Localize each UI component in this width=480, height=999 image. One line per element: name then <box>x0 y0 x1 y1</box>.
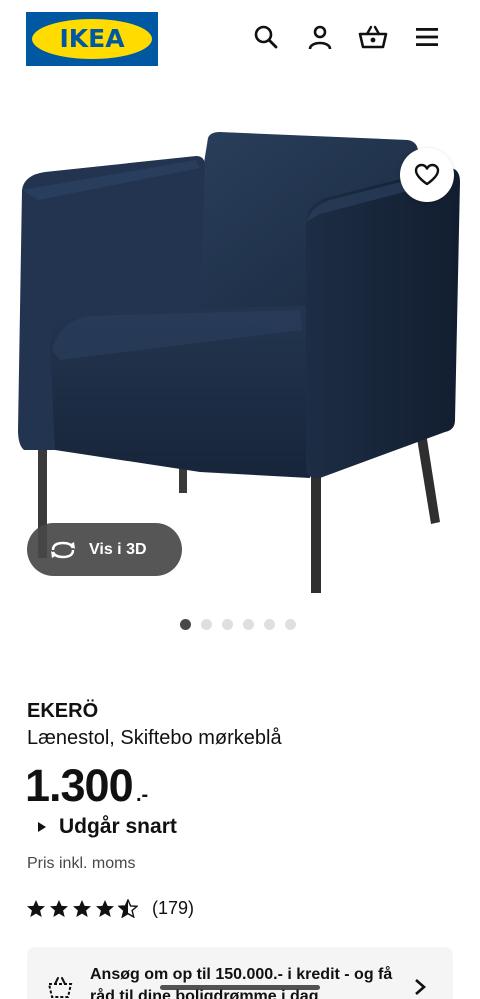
star-icon <box>73 900 91 917</box>
credit-promo-banner[interactable]: Ansøg om op til 150.000.- i kredit - og … <box>27 947 453 999</box>
gallery-dot-1[interactable] <box>180 619 191 630</box>
gallery-dot-4[interactable] <box>243 619 254 630</box>
vat-note: Pris inkl. moms <box>27 855 136 872</box>
product-price: 1.300 <box>25 760 134 811</box>
promo-text: Ansøg om op til 150.000.- i kredit - og … <box>90 966 393 999</box>
caret-right-icon <box>38 822 46 832</box>
star-icon <box>27 900 45 917</box>
chevron-right-icon <box>415 979 426 995</box>
star-icon <box>96 900 114 917</box>
availability-status[interactable]: Udgår snart <box>38 815 177 839</box>
basket-icon[interactable] <box>358 22 388 52</box>
gallery-dot-2[interactable] <box>201 619 212 630</box>
gallery-pagination <box>180 619 296 630</box>
rotate-3d-icon <box>51 541 75 558</box>
product-name: EKERÖ <box>27 700 99 722</box>
star-half-icon <box>118 899 138 918</box>
gallery-dot-3[interactable] <box>222 619 233 630</box>
search-icon[interactable] <box>251 22 281 52</box>
favorite-button[interactable] <box>400 148 454 202</box>
product-description: Lænestol, Skiftebo mørkeblå <box>27 727 282 749</box>
user-icon[interactable] <box>305 22 335 52</box>
top-header: IKEA <box>0 0 480 78</box>
ikea-logo[interactable]: IKEA <box>26 12 158 66</box>
star-icon <box>50 900 68 917</box>
view-in-3d-button[interactable]: Vis i 3D <box>27 523 182 576</box>
rating-count: (179) <box>152 898 195 918</box>
status-label: Udgår snart <box>59 815 177 838</box>
heart-icon <box>414 163 440 186</box>
gallery-dot-5[interactable] <box>264 619 275 630</box>
basket-credit-icon <box>47 977 73 998</box>
price-suffix: .- <box>136 784 149 806</box>
product-rating[interactable]: (179) <box>26 898 194 919</box>
home-indicator <box>160 985 320 990</box>
menu-icon[interactable] <box>412 22 442 52</box>
logo-text: IKEA <box>59 24 125 53</box>
gallery-dot-6[interactable] <box>285 619 296 630</box>
rating-stars <box>26 899 138 918</box>
view-3d-label: Vis i 3D <box>89 540 147 558</box>
